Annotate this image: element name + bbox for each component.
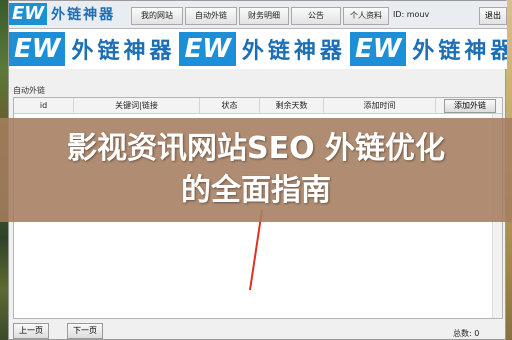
article-title-line-2: 的全面指南	[181, 173, 331, 208]
article-title: 影视资讯网站SEO 外链优化 的全面指南	[0, 128, 512, 212]
article-title-line-1: 影视资讯网站SEO 外链优化	[66, 131, 446, 166]
arrow-line	[249, 209, 263, 291]
